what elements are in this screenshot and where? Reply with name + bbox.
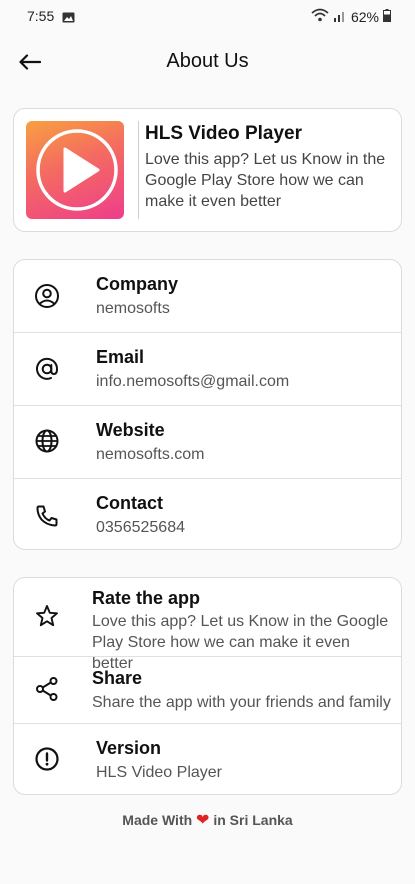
rate-app-label: Rate the app [92,588,201,608]
email-value: info.nemosofts@gmail.com [96,373,290,390]
company-row[interactable]: Company nemosofts [14,260,401,332]
email-label: Email [96,347,145,367]
contact-label: Contact [96,493,163,513]
info-icon [33,745,61,773]
version-label: Version [96,738,162,758]
app-card: HLS Video Player Love this app? Let us K… [13,108,402,232]
app-logo [26,121,124,219]
website-row[interactable]: Website nemosofts.com [14,406,401,478]
share-description: Share the app with your friends and fami… [92,694,391,711]
info-card: Company nemosofts Email info.nemosofts@g… [13,259,402,550]
battery-level: 62% [350,8,379,25]
footer-prefix: Made With [122,812,193,828]
rate-app-row[interactable]: Rate the app Love this app? Let us Know … [14,578,401,672]
status-time: 7:55 [27,8,55,24]
star-icon [33,602,61,630]
phone-icon [33,502,61,530]
actions-card: Rate the app Love this app? Let us Know … [13,577,402,795]
play-icon [36,129,118,211]
company-label: Company [96,274,179,294]
page-title: About Us [166,50,249,72]
website-label: Website [96,420,165,440]
footer-suffix: in Sri Lanka [213,812,293,828]
globe-icon [33,427,61,455]
app-card-divider [138,121,139,219]
share-label: Share [92,668,143,688]
at-sign-icon [33,355,61,383]
version-row[interactable]: Version HLS Video Player [14,724,401,796]
signal-icon [333,9,347,25]
contact-value: 0356525684 [96,519,185,536]
wifi-icon [311,8,329,25]
heart-icon: ❤ [196,812,210,829]
email-row[interactable]: Email info.nemosofts@gmail.com [14,333,401,405]
footer-credit: Made With ❤ in Sri Lanka [0,810,415,830]
app-name: HLS Video Player [145,123,302,144]
app-bar: About Us [0,40,415,84]
status-bar: 7:55 62% [0,0,415,32]
contact-row[interactable]: Contact 0356525684 [14,479,401,551]
app-description: Love this app? Let us Know in the Google… [145,151,386,210]
share-row[interactable]: Share Share the app with your friends an… [14,657,401,723]
company-value: nemosofts [96,300,170,317]
account-circle-icon [33,282,61,310]
website-value: nemosofts.com [96,446,205,463]
status-indicators: 62% [311,8,391,25]
battery-icon [383,8,391,25]
share-icon [33,675,61,703]
version-value: HLS Video Player [96,764,222,781]
gallery-icon [62,10,75,28]
